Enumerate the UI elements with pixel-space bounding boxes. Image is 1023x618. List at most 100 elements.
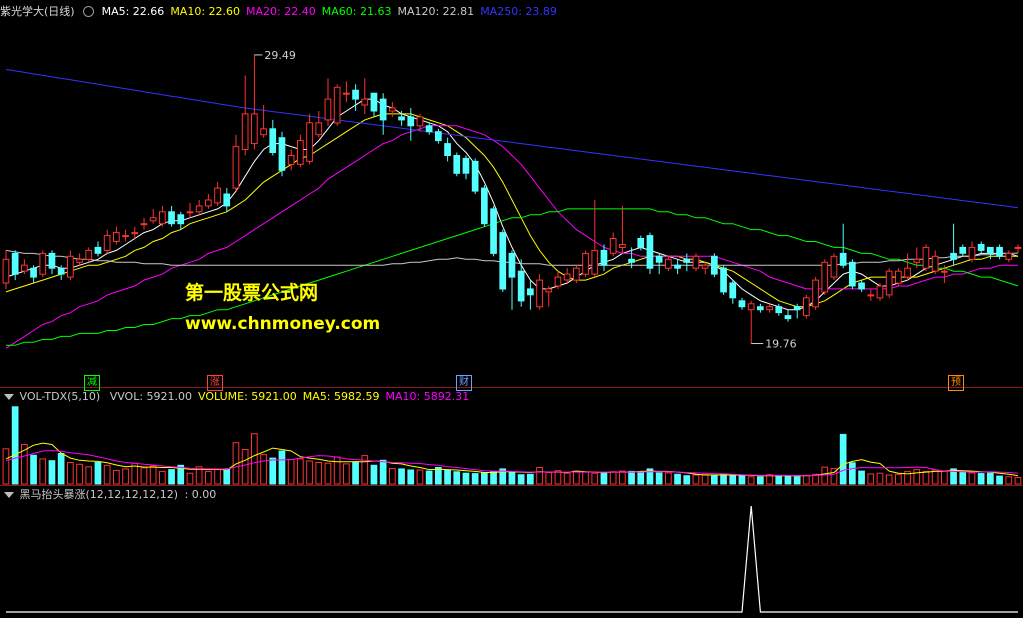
candle-down [977,244,985,251]
event-marker-rise[interactable]: 涨 [207,375,223,391]
volume-bar-down [977,473,985,485]
candle-down [987,246,994,254]
volume-bar-down [637,471,645,485]
volume-bar-up [122,468,129,485]
candle-up [941,270,948,273]
candle-down [444,143,451,157]
ma-legend-ma60: MA60: 21.63 [321,5,392,18]
indicator-value: : 0.00 [184,488,217,501]
candle-up [1014,246,1022,249]
volume-bar-up [159,470,166,485]
volume-bar-down [987,472,994,485]
volume-bar-down [849,462,856,485]
indicator-line [6,505,1018,613]
volume-bar-up [113,469,120,485]
collapse-triangle-icon[interactable] [4,491,14,498]
collapse-triangle-icon[interactable] [4,393,14,400]
candle-up [21,264,28,272]
candle-down [711,255,718,275]
volume-bar-up [876,472,884,485]
settings-circle-icon[interactable] [83,5,95,17]
volume-bar-up [260,454,267,485]
volume-bar-up [287,459,295,485]
volume-bar-up [573,470,580,485]
candle-up [186,211,194,214]
volume-bar-up [343,463,350,485]
volume-bar-down [462,472,470,485]
low-price-label: 19.76 [765,338,797,351]
candle-up [122,235,129,238]
volume-bar-up [297,458,304,485]
candle-down [490,208,497,254]
candle-up [701,264,709,269]
candle-up [665,258,672,269]
candle-down [858,282,865,290]
candle-up [343,92,350,95]
candle-up [389,107,396,112]
candle-down [674,264,681,269]
event-marker-forecast[interactable]: 预 [948,375,964,391]
candle-down [637,238,645,248]
ma-legend-ma5: MA5: 22.66 [101,5,165,18]
event-marker-reduce[interactable]: 减 [84,375,100,391]
volume-bar-down [11,406,19,485]
candle-up [747,303,755,311]
watermark-line1: 第一股票公式网 [185,282,319,304]
volume-bar-down [407,469,415,485]
volume-bar-up [536,467,543,485]
candle-up [968,246,976,260]
candle-down [57,267,65,275]
volume-bar-down [729,475,737,485]
candle-up [692,255,700,269]
volume-bar-down [57,453,65,485]
candle-down [398,116,405,121]
volume-bar-up [619,470,626,485]
volume-bar-down [223,468,231,485]
volume-bar-up [251,433,258,485]
volume-bar-up [895,473,902,485]
volume-bar-up [968,472,976,485]
candle-down [223,193,231,207]
volume-legend-item: MA10: 5892.31 [385,390,470,403]
volume-bar-up [554,470,562,485]
volume-bar-down [775,474,783,485]
candle-up [315,122,323,136]
candle-down [517,270,525,302]
candle-down [453,155,461,174]
indicator-header: 黑马抬头暴涨(12,12,12,12,12) : 0.00 [0,486,222,504]
candle-up [582,252,589,275]
candle-down [849,261,856,287]
candle-down [94,246,102,254]
candle-up [214,187,221,204]
candle-down [177,214,185,225]
watermark-line2: www.chnmoney.com [185,314,381,334]
volume-bar-up [931,469,939,485]
volume-bar-down [352,461,359,485]
volume-bar-up [582,471,589,485]
volume-bar-down [655,472,663,485]
volume-bar-down [959,470,967,485]
volume-bar-down [444,469,451,485]
volume-bar-down [30,454,37,485]
volume-bar-up [701,474,709,485]
volume-bar-up [140,467,148,485]
candle-up [149,217,157,222]
candle-down [11,252,19,275]
volume-bar-down [168,469,175,485]
candle-down [655,255,663,263]
event-marker-finance[interactable]: 财 [456,375,472,391]
indicator-title: 黑马抬头暴涨(12,12,12,12,12) [19,488,179,501]
volume-bar-up [241,449,249,485]
volume-bar-down [517,474,525,485]
volume-bar-down [784,475,792,485]
candle-up [260,128,267,136]
candle-down [950,252,957,260]
volume-bar-down [269,457,277,485]
volume-legend-item: VOLUME: 5921.00 [198,390,297,403]
candle-down [278,137,286,171]
volume-bar-up [692,474,700,485]
candle-down [600,249,608,266]
volume-bar-up [609,471,617,485]
candle-down [379,98,387,121]
ma-legend-ma10: MA10: 22.60 [170,5,241,18]
